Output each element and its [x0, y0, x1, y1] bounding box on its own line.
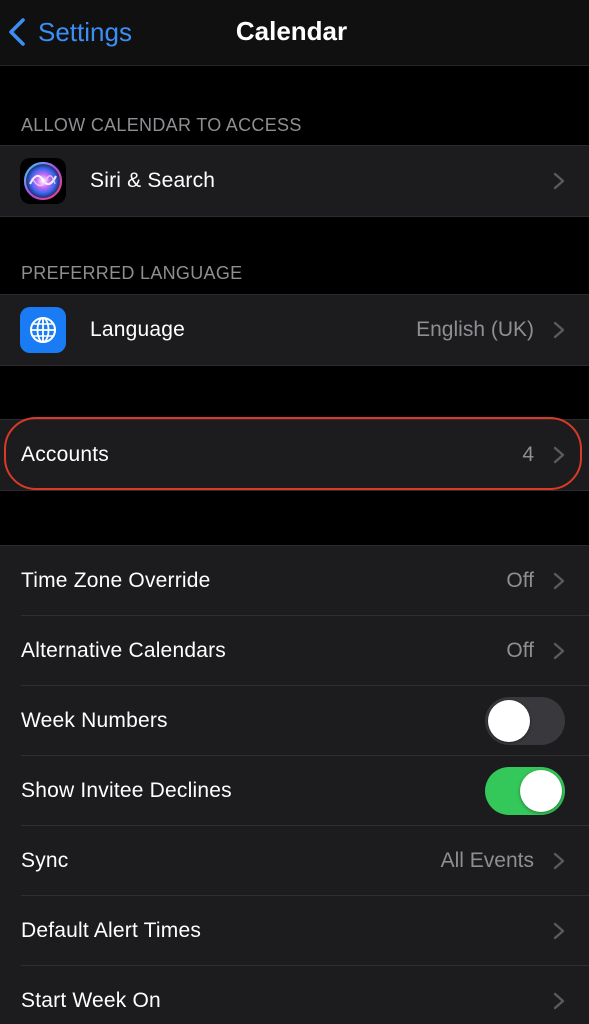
start-week-on-row[interactable]: Start Week On: [0, 966, 589, 1024]
show-invitee-declines-toggle[interactable]: [485, 767, 565, 815]
week-numbers-row: Week Numbers: [0, 686, 589, 756]
time-zone-override-label: Time Zone Override: [21, 569, 211, 592]
siri-icon: [20, 158, 66, 204]
chevron-right-icon: [553, 172, 565, 190]
sync-row[interactable]: Sync All Events: [0, 826, 589, 896]
accounts-count: 4: [522, 443, 534, 466]
chevron-right-icon: [553, 321, 565, 339]
page-title: Calendar: [235, 16, 348, 46]
week-numbers-label: Week Numbers: [21, 709, 168, 732]
chevron-right-icon: [553, 992, 565, 1010]
show-invitee-declines-row: Show Invitee Declines: [0, 756, 589, 826]
sync-value: All Events: [440, 849, 534, 872]
siri-search-label: Siri & Search: [90, 169, 216, 192]
chevron-right-icon: [553, 852, 565, 870]
language-label: Language: [90, 318, 186, 341]
week-numbers-toggle[interactable]: [485, 697, 565, 745]
time-zone-override-value: Off: [506, 569, 534, 592]
show-invitee-declines-label: Show Invitee Declines: [21, 779, 232, 802]
section-header-access: ALLOW CALENDAR TO ACCESS: [21, 115, 302, 135]
alternative-calendars-label: Alternative Calendars: [21, 639, 226, 662]
access-group: Siri & Search: [0, 145, 589, 217]
accounts-row[interactable]: Accounts 4: [0, 420, 589, 490]
chevron-right-icon: [553, 572, 565, 590]
navigation-bar: Settings Calendar: [0, 0, 589, 66]
language-group: Language English (UK): [0, 294, 589, 366]
chevron-right-icon: [553, 446, 565, 464]
globe-icon: [20, 307, 66, 353]
time-zone-override-row[interactable]: Time Zone Override Off: [0, 546, 589, 616]
alternative-calendars-row[interactable]: Alternative Calendars Off: [0, 616, 589, 686]
calendar-settings-screen: Settings Calendar ALLOW CALENDAR TO ACCE…: [0, 0, 589, 1024]
section-header-language: PREFERRED LANGUAGE: [21, 263, 243, 283]
accounts-label: Accounts: [21, 443, 109, 466]
accounts-group: Accounts 4: [0, 419, 589, 491]
default-alert-times-label: Default Alert Times: [21, 919, 202, 942]
siri-search-row[interactable]: Siri & Search: [0, 146, 589, 216]
toggle-knob: [488, 700, 530, 742]
toggle-knob: [520, 770, 562, 812]
options-group: Time Zone Override Off Alternative Calen…: [0, 545, 589, 1024]
chevron-right-icon: [553, 642, 565, 660]
language-row[interactable]: Language English (UK): [0, 295, 589, 365]
chevron-right-icon: [553, 922, 565, 940]
sync-label: Sync: [21, 849, 69, 872]
alternative-calendars-value: Off: [506, 639, 534, 662]
default-alert-times-row[interactable]: Default Alert Times: [0, 896, 589, 966]
start-week-on-label: Start Week On: [21, 989, 161, 1012]
language-value: English (UK): [416, 318, 534, 341]
